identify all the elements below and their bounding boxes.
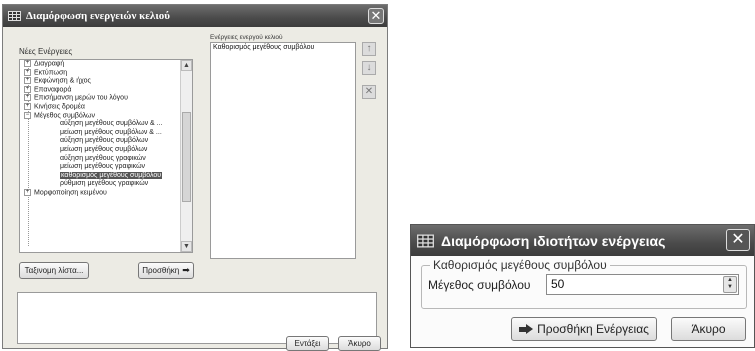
- add-action-label: Προσθήκη: [142, 266, 180, 275]
- tree-item[interactable]: + Επαναφορά: [20, 85, 192, 95]
- spinner-arrows-icon[interactable]: ▲ ▼: [723, 276, 737, 293]
- tree-item-label: Μορφοποίηση κειμένου: [34, 189, 107, 197]
- close-icon[interactable]: ✕: [368, 8, 384, 24]
- cancel-label: Άκυρο: [691, 322, 726, 336]
- tree-item-label: Επαναφορά: [34, 86, 72, 94]
- scroll-up-icon[interactable]: ▲: [181, 60, 192, 71]
- tree-item[interactable]: ρύθμιση μεγέθους γραφικών: [20, 180, 192, 189]
- grid-icon: [8, 11, 21, 21]
- cell-actions-list[interactable]: Καθορισμός μεγέθους συμβόλου: [210, 42, 356, 259]
- expand-icon[interactable]: +: [24, 188, 31, 196]
- list-item[interactable]: Καθορισμός μεγέθους συμβόλου: [211, 43, 355, 52]
- dialog-titlebar: Διαμόρφωση ενεργειών κελιού: [3, 5, 387, 27]
- tree-item-label: αύξηση μεγέθους συμβόλων: [60, 137, 149, 145]
- expand-icon[interactable]: +: [24, 60, 31, 67]
- new-actions-label: Νέες Ενέργειες: [19, 47, 73, 56]
- remove-icon[interactable]: ✕: [362, 85, 376, 99]
- tree-item-label: ρύθμιση μεγέθους γραφικών: [60, 180, 149, 188]
- arrow-right-icon: [519, 323, 534, 335]
- expand-icon[interactable]: +: [24, 68, 31, 76]
- cancel-label: Άκυρο: [348, 339, 371, 348]
- dialog-titlebar: Διαμόρφωση ιδιοτήτων ενέργειας: [411, 225, 754, 256]
- tree-item-label: μείωση μεγέθους συμβόλων: [60, 145, 148, 153]
- tree-item[interactable]: αύξηση μεγέθους συμβόλων & ...: [20, 120, 192, 129]
- action-properties-dialog: Διαμόρφωση ιδιοτήτων ενέργειας ✕ Καθορισ…: [410, 224, 755, 348]
- tree-item[interactable]: + Εκτύπωση: [20, 68, 192, 78]
- tree-item[interactable]: μείωση μεγέθους γραφικών: [20, 163, 192, 172]
- arrow-right-icon: ➡: [182, 265, 190, 275]
- sort-list-button[interactable]: Ταξινομη λίστα...: [19, 262, 89, 279]
- tree-item[interactable]: αύξηση μεγέθους γραφικών: [20, 155, 192, 164]
- tree-item-label: αύξηση μεγέθους γραφικών: [60, 154, 146, 162]
- dialog-title: Διαμόρφωση ιδιοτήτων ενέργειας: [441, 232, 666, 249]
- expand-icon[interactable]: +: [24, 77, 31, 85]
- tree-item-label: Εκτύπωση: [34, 68, 68, 76]
- group-legend: Καθορισμός μεγέθους συμβόλου: [430, 258, 610, 272]
- cancel-button[interactable]: Άκυρο: [338, 336, 381, 351]
- tree-item[interactable]: αύξηση μεγέθους συμβόλων: [20, 137, 192, 146]
- symbol-size-group: Καθορισμός μεγέθους συμβόλου Μέγεθος συμ…: [421, 258, 747, 309]
- tree-item-label: καθορισμός μεγέθους συμβόλου: [60, 171, 163, 179]
- cell-actions-label: Ενέργειες ενεργού κελιού: [210, 34, 283, 41]
- tree-item[interactable]: + Κινήσεις δρομέα: [20, 102, 192, 112]
- expand-icon[interactable]: +: [24, 94, 31, 102]
- grid-icon: [417, 234, 434, 247]
- tree-list: + Διαγραφή + Εκτύπωση + Εκφώνηση & ήχος + Επανα…: [20, 60, 192, 198]
- move-down-icon[interactable]: ↓: [362, 61, 376, 75]
- tree-item[interactable]: + Διαγραφή: [20, 60, 192, 69]
- actions-tree[interactable]: + Διαγραφή + Εκτύπωση + Εκφώνηση & ήχος + Επανα…: [19, 59, 193, 253]
- dialog-title: Διαμόρφωση ενεργειών κελιού: [26, 10, 170, 22]
- close-icon[interactable]: ✕: [726, 229, 750, 251]
- tree-item-label: Διαγραφή: [34, 60, 65, 68]
- tree-item-label: αύξηση μεγέθους συμβόλων & ...: [60, 120, 163, 128]
- add-action-button[interactable]: Προσθήκη ➡: [138, 262, 194, 279]
- tree-item-label: Κινήσεις δρομέα: [34, 103, 85, 111]
- tree-item-label: Μέγεθος συμβόλων: [34, 111, 96, 119]
- tree-item[interactable]: + Εκφώνηση & ήχος: [20, 77, 192, 86]
- tree-item-label: μείωση μεγέθους συμβόλων & ...: [60, 128, 162, 136]
- tree-item-label: μείωση μεγέθους γραφικών: [60, 163, 146, 171]
- expand-icon[interactable]: +: [24, 102, 31, 110]
- tree-item[interactable]: + Επισήμανση μερών του λόγου: [20, 94, 192, 103]
- cell-actions-dialog: Διαμόρφωση ενεργειών κελιού ✕ Νέες Ενέργ…: [2, 4, 388, 349]
- tree-item[interactable]: + Μορφοποίηση κειμένου: [20, 188, 192, 198]
- tree-item[interactable]: − Μέγεθος συμβόλων: [20, 111, 192, 121]
- ok-label: Εντάξει: [294, 339, 321, 348]
- tree-item-label: Επισήμανση μερών του λόγου: [34, 94, 128, 102]
- expand-icon[interactable]: +: [24, 85, 31, 93]
- ok-button[interactable]: Εντάξει: [286, 336, 329, 351]
- collapse-icon[interactable]: −: [24, 111, 31, 119]
- sort-list-label: Ταξινομη λίστα...: [24, 266, 84, 275]
- scroll-thumb[interactable]: [182, 112, 191, 202]
- add-action-button[interactable]: Προσθήκη Ενέργειας: [511, 317, 657, 341]
- add-action-label: Προσθήκη Ενέργειας: [537, 322, 649, 336]
- symbol-size-spinner[interactable]: 50 ▲ ▼: [546, 274, 739, 295]
- tree-item[interactable]: μείωση μεγέθους συμβόλων: [20, 146, 192, 155]
- move-up-icon[interactable]: ↑: [362, 42, 376, 56]
- scroll-down-icon[interactable]: ▼: [181, 241, 192, 252]
- tree-scrollbar[interactable]: ▲ ▼: [180, 60, 192, 252]
- symbol-size-label: Μέγεθος συμβόλου: [428, 278, 531, 292]
- tree-item-label: Εκφώνηση & ήχος: [34, 77, 91, 85]
- symbol-size-value: 50: [551, 277, 565, 291]
- cancel-button[interactable]: Άκυρο: [671, 317, 746, 341]
